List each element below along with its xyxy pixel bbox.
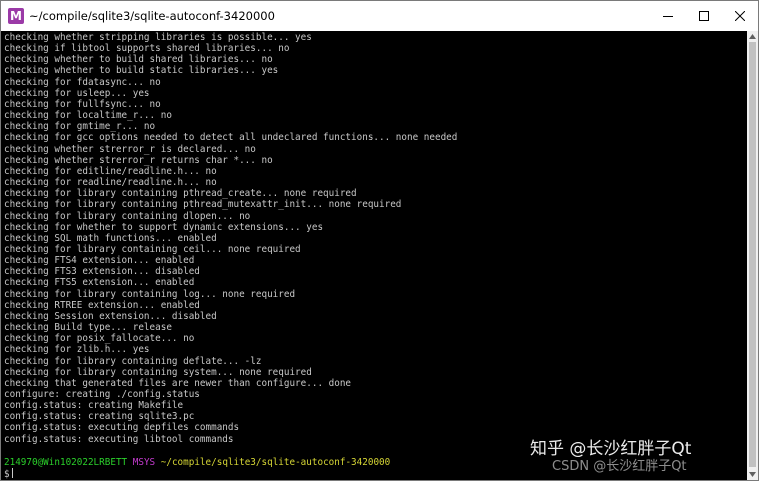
terminal-output-line: checking whether strerror_r is declared.… xyxy=(4,143,256,155)
terminal-output-line: checking for whether to support dynamic … xyxy=(4,221,324,233)
terminal-output-line: checking that generated files are newer … xyxy=(4,377,352,389)
close-button[interactable] xyxy=(722,1,758,31)
prompt-user-host: 214970@Win102022LRBETT xyxy=(4,457,128,468)
terminal-output-line: checking FTS4 extension... enabled xyxy=(4,255,195,267)
minimize-icon xyxy=(663,16,673,17)
terminal-output-line: config.status: creating Makefile xyxy=(4,400,184,412)
maximize-icon xyxy=(699,11,709,21)
terminal-output-line: checking for library containing dlopen..… xyxy=(4,210,251,222)
terminal-output-line: checking if libtool supports shared libr… xyxy=(4,43,290,55)
terminal-output-line: checking Session extension... disabled xyxy=(4,310,217,322)
terminal-output-line: checking whether strerror_r returns char… xyxy=(4,154,273,166)
terminal-output-line: checking for zlib.h... yes xyxy=(4,344,150,356)
scroll-down-button[interactable] xyxy=(747,469,758,480)
scroll-up-button[interactable] xyxy=(747,31,758,42)
terminal-output-line: checking for fullfsync... no xyxy=(4,98,161,110)
maximize-button[interactable] xyxy=(686,1,722,31)
terminal-output-line: config.status: executing depfiles comman… xyxy=(4,422,240,434)
terminal-output-line: checking for gcc options needed to detec… xyxy=(4,132,458,144)
terminal-output-line: checking FTS3 extension... disabled xyxy=(4,266,200,278)
terminal-window: M ~/compile/sqlite3/sqlite-autoconf-3420… xyxy=(0,0,759,481)
terminal-output-line: checking whether stripping libraries is … xyxy=(4,32,312,43)
terminal-output-line: checking for posix_fallocate... no xyxy=(4,333,195,345)
csdn-watermark: CSDN @长沙红胖子Qt xyxy=(552,459,687,474)
terminal-output-line: configure: creating ./config.status xyxy=(4,389,200,400)
close-icon xyxy=(735,11,745,21)
prompt-symbol: $ xyxy=(4,469,10,480)
terminal-output-line: checking for library containing deflate.… xyxy=(4,355,262,367)
terminal-output-line: checking for gmtime_r... no xyxy=(4,121,156,133)
terminal-output-line: config.status: executing libtool command… xyxy=(4,433,234,445)
window-controls xyxy=(650,1,758,31)
msys2-app-icon[interactable]: M xyxy=(8,8,24,24)
vertical-scrollbar[interactable] xyxy=(747,31,758,480)
terminal-output-line: checking Build type... release xyxy=(4,322,172,334)
terminal-output-line: checking for fdatasync... no xyxy=(4,76,161,88)
terminal-output-line: checking SQL math functions... enabled xyxy=(4,232,217,244)
terminal-output-line: checking for usleep... yes xyxy=(4,87,150,99)
terminal-output-line: checking for library containing log... n… xyxy=(4,288,296,300)
terminal-output-line: checking for library containing pthread_… xyxy=(4,188,357,200)
terminal-output-line: checking for library containing pthread_… xyxy=(4,199,402,211)
prompt-environment: MSYS xyxy=(132,457,156,468)
terminal-output-line: checking for library containing system..… xyxy=(4,366,312,378)
scrollbar-thumb[interactable] xyxy=(749,42,756,467)
shell-prompt: 214970@Win102022LRBETT MSYS ~/compile/sq… xyxy=(4,457,390,468)
text-cursor xyxy=(11,468,13,478)
terminal-output-line: checking for library containing ceil... … xyxy=(4,243,301,255)
terminal-output-line: checking FTS5 extension... enabled xyxy=(4,277,195,289)
scroll-down-arrow-icon xyxy=(749,472,756,477)
minimize-button[interactable] xyxy=(650,1,686,31)
terminal-output-line: checking for editline/readline.h... no xyxy=(4,165,217,177)
terminal-area[interactable]: checking whether stripping libraries is … xyxy=(1,31,747,480)
window-title: ~/compile/sqlite3/sqlite-autoconf-342000… xyxy=(29,9,275,23)
terminal-output-line: checking RTREE extension... enabled xyxy=(4,299,200,311)
terminal-output-line: checking for localtime_r... no xyxy=(4,110,172,122)
command-input-line[interactable]: $ xyxy=(4,468,13,480)
terminal-output-line: checking whether to build shared librari… xyxy=(4,54,273,66)
scroll-up-arrow-icon xyxy=(749,34,756,39)
prompt-path: ~/compile/sqlite3/sqlite-autoconf-342000… xyxy=(160,457,391,468)
terminal-output-line: checking for readline/readline.h... no xyxy=(4,177,217,189)
terminal-output-line: config.status: creating sqlite3.pc xyxy=(4,411,195,423)
title-bar[interactable]: M ~/compile/sqlite3/sqlite-autoconf-3420… xyxy=(1,1,758,31)
terminal-output-line: checking whether to build static librari… xyxy=(4,65,279,77)
terminal-output: checking whether stripping libraries is … xyxy=(4,32,457,445)
